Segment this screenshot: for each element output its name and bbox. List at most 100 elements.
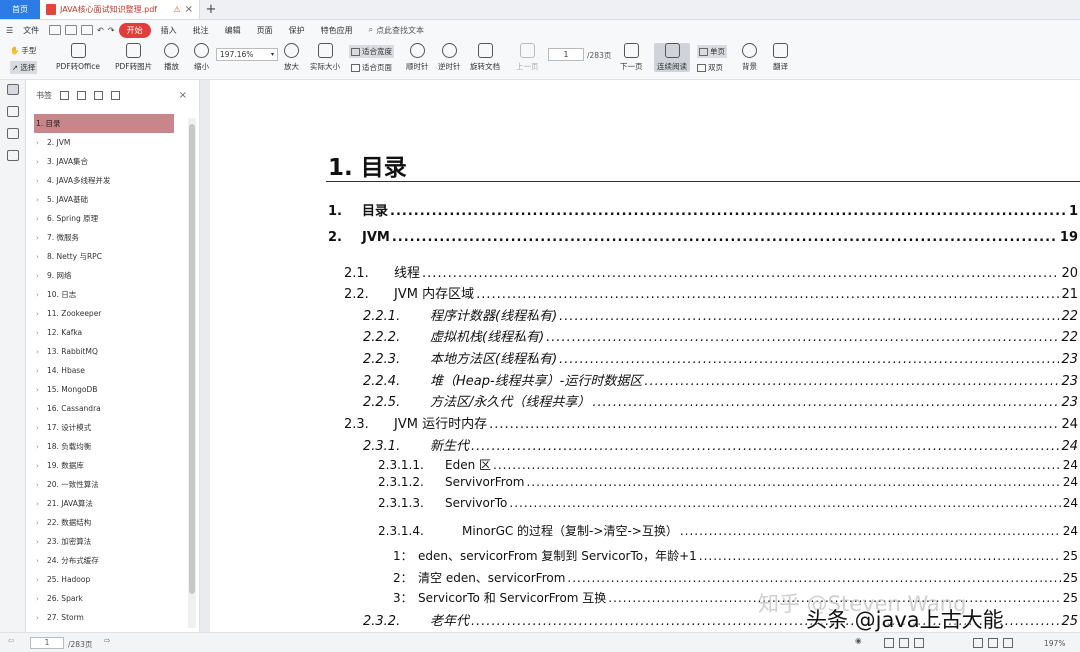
undo-icon[interactable]: ↶ — [97, 26, 104, 35]
menu-comment[interactable]: 批注 — [187, 25, 215, 36]
bookmark-item[interactable]: › 25. Hadoop — [26, 570, 190, 589]
prev-page-button[interactable]: 上一页 — [516, 43, 539, 72]
toc-entry[interactable]: 2.3.1.3. ServivorTo 24 — [378, 496, 1078, 510]
menu-edit[interactable]: 编辑 — [219, 25, 247, 36]
chevron-right-icon[interactable]: › — [36, 557, 41, 565]
translate-button[interactable]: 翻译 — [773, 43, 788, 72]
delete-bookmark-icon[interactable] — [111, 90, 120, 100]
menu-protect[interactable]: 保护 — [283, 25, 311, 36]
next-page-button[interactable]: 下一页 — [620, 43, 643, 72]
chevron-right-icon[interactable]: › — [36, 538, 41, 546]
thumbnail-icon[interactable] — [7, 106, 19, 117]
bookmark-item[interactable]: › 20. 一致性算法 — [26, 475, 190, 494]
play-button[interactable]: 播放 — [164, 43, 179, 72]
bookmark-item[interactable]: › 24. 分布式缓存 — [26, 551, 190, 570]
hand-tool-button[interactable]: ✋ 手型 — [10, 45, 36, 56]
chevron-right-icon[interactable]: › — [36, 614, 41, 622]
add-bookmark-icon[interactable] — [94, 90, 103, 100]
full-view-icon[interactable] — [988, 638, 998, 648]
bookmark-item[interactable]: › 21. JAVA算法 — [26, 494, 190, 513]
bookmark-item[interactable]: › 19. 数据库 — [26, 456, 190, 475]
double-page-button[interactable]: 双页 — [697, 62, 723, 73]
chevron-right-icon[interactable]: › — [36, 519, 41, 527]
toc-entry[interactable]: 2.3.1. 新生代 24 — [363, 435, 1078, 454]
new-tab-button[interactable]: + — [200, 0, 222, 19]
zoom-select[interactable]: 197.16% ▾ — [216, 48, 278, 61]
status-page-input[interactable]: 1 — [30, 637, 64, 649]
toc-entry[interactable]: 2.1. 线程 20 — [344, 262, 1078, 281]
bookmark-item[interactable]: › 27. Storm — [26, 608, 190, 627]
bookmark-item[interactable]: › 14. Hbase — [26, 361, 190, 380]
bookmark-item[interactable]: › 18. 负载均衡 — [26, 437, 190, 456]
tab-document[interactable]: JAVA核心面试知识整理.pdf ⚠ × — [40, 0, 200, 19]
arrow-left-icon[interactable]: ⇦ — [8, 636, 14, 645]
collapse-all-icon[interactable] — [77, 90, 86, 100]
expand-all-icon[interactable] — [60, 90, 69, 100]
chevron-right-icon[interactable]: › — [36, 405, 41, 413]
toc-entry[interactable]: 1： eden、servicorFrom 复制到 ServicorTo，年龄+1 2… — [393, 547, 1078, 564]
bookmark-item[interactable]: › 10. 日志 — [26, 285, 190, 304]
chevron-right-icon[interactable]: › — [36, 272, 41, 280]
toc-entry[interactable]: 2： 清空 eden、servicorFrom 25 — [393, 569, 1078, 586]
chevron-right-icon[interactable]: › — [36, 253, 41, 261]
fit-page-button[interactable]: 适合页面 — [351, 62, 392, 73]
attachment-icon[interactable] — [7, 150, 19, 161]
menu-insert[interactable]: 插入 — [155, 25, 183, 36]
fit-width-button[interactable]: 适合宽度 — [349, 45, 394, 58]
chevron-right-icon[interactable]: › — [36, 348, 41, 356]
rotate-doc-button[interactable]: 旋转文档 — [470, 43, 500, 72]
chevron-right-icon[interactable]: › — [36, 234, 41, 242]
annotation-icon[interactable] — [7, 128, 19, 139]
chevron-right-icon[interactable]: › — [36, 158, 41, 166]
menu-features[interactable]: 特色应用 — [315, 25, 359, 36]
toc-entry[interactable]: 1. 目录 1 — [328, 200, 1078, 219]
bookmark-item[interactable]: › 23. 加密算法 — [26, 532, 190, 551]
menu-icon[interactable]: ☰ — [6, 26, 13, 35]
toc-entry[interactable]: 2.2.5. 方法区/永久代（线程共享） 23 — [363, 391, 1078, 410]
read-mode-icon[interactable] — [1003, 638, 1013, 648]
toc-entry[interactable]: 2.3. JVM 运行时内存 24 — [344, 413, 1078, 432]
toc-entry[interactable]: 2.2.1. 程序计数器(线程私有) 22 — [363, 305, 1078, 324]
close-icon[interactable]: × — [179, 90, 187, 101]
search-box[interactable]: ⌕ 点此查找文本 — [363, 25, 424, 36]
bookmark-item[interactable]: › 12. Kafka — [26, 323, 190, 342]
scrollbar-thumb[interactable] — [189, 124, 195, 594]
background-button[interactable]: 背景 — [742, 43, 757, 72]
bookmark-item[interactable]: 1. 目录 — [34, 114, 174, 133]
actual-size-button[interactable]: 实际大小 — [310, 43, 340, 72]
continuous-read-button[interactable]: 连续阅读 — [654, 43, 690, 72]
toc-entry[interactable]: 2. JVM 19 — [328, 230, 1078, 245]
chevron-right-icon[interactable]: › — [36, 462, 41, 470]
bookmark-item[interactable]: › 3. JAVA集合 — [26, 152, 190, 171]
zoom-out-button[interactable]: 缩小 — [194, 43, 209, 72]
pdf-to-image-button[interactable]: PDF转图片 — [115, 43, 152, 72]
toc-entry[interactable]: 2.2.3. 本地方法区(线程私有) 23 — [363, 348, 1078, 367]
eye-icon[interactable]: ◉ — [855, 636, 862, 645]
chevron-right-icon[interactable]: › — [36, 576, 41, 584]
bookmark-item[interactable]: › 8. Netty 与RPC — [26, 247, 190, 266]
bookmark-scrollbar[interactable] — [188, 118, 196, 628]
page-number-input[interactable]: 1 — [548, 48, 584, 61]
toc-entry[interactable]: 2.2. JVM 内存区域 21 — [344, 283, 1078, 302]
tab-home[interactable]: 首页 — [0, 0, 40, 19]
bookmark-item[interactable]: › 6. Spring 原理 — [26, 209, 190, 228]
chevron-right-icon[interactable]: › — [36, 177, 41, 185]
double-view-icon[interactable] — [899, 638, 909, 648]
menu-page[interactable]: 页面 — [251, 25, 279, 36]
chevron-right-icon[interactable]: › — [36, 424, 41, 432]
rotate-ccw-button[interactable]: 逆时针 — [438, 43, 461, 72]
bookmark-item[interactable]: › 7. 微服务 — [26, 228, 190, 247]
chevron-right-icon[interactable]: › — [36, 196, 41, 204]
rotate-cw-button[interactable]: 顺时针 — [406, 43, 429, 72]
single-view-icon[interactable] — [884, 638, 894, 648]
bookmark-item[interactable]: › 4. JAVA多线程并发 — [26, 171, 190, 190]
bookmark-item[interactable]: › 9. 网络 — [26, 266, 190, 285]
bookmark-item[interactable]: › 17. 设计模式 — [26, 418, 190, 437]
menu-start[interactable]: 开始 — [118, 22, 151, 38]
bookmark-item[interactable]: › 26. Spark — [26, 589, 190, 608]
toc-entry[interactable]: 2.2.2. 虚拟机栈(线程私有) 22 — [363, 326, 1078, 345]
single-page-button[interactable]: 单页 — [697, 45, 727, 58]
close-icon[interactable]: × — [185, 4, 193, 15]
bookmark-panel-icon[interactable] — [7, 84, 19, 95]
save-icon[interactable] — [65, 25, 78, 35]
